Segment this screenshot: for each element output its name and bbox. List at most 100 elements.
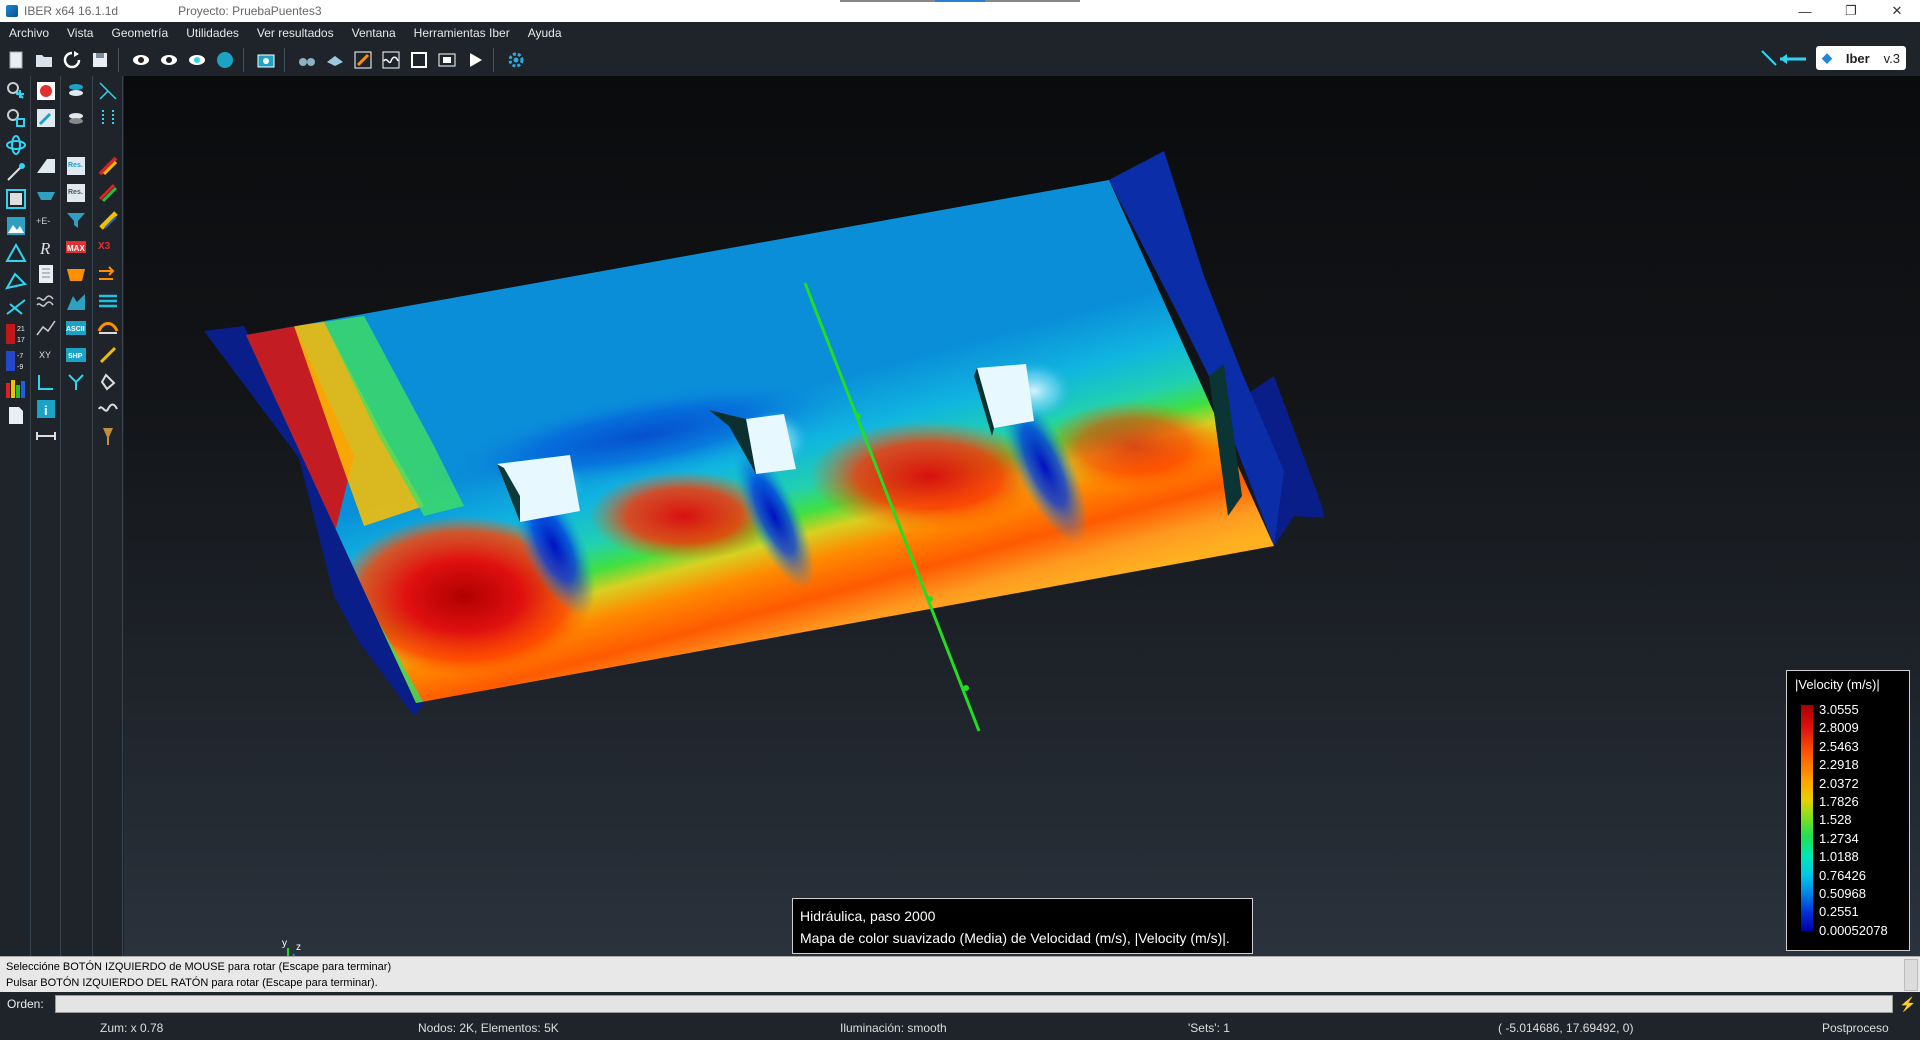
menu-herramientas-iber[interactable]: Herramientas Iber [414, 26, 510, 40]
sidebar-divider [30, 76, 31, 956]
menu-vista[interactable]: Vista [67, 26, 93, 40]
legend-value: 0.76426 [1819, 867, 1866, 883]
svg-text:21: 21 [17, 326, 25, 333]
refresh-icon[interactable] [60, 48, 84, 72]
color-fill-icon[interactable] [351, 48, 375, 72]
binoculars-icon[interactable] [295, 48, 319, 72]
legend-value: 2.0372 [1819, 775, 1859, 791]
funnel-icon[interactable] [64, 208, 88, 232]
legend-value: 1.0188 [1819, 849, 1859, 865]
play-icon[interactable] [463, 48, 487, 72]
color-scale-icon[interactable] [4, 376, 28, 400]
layers-icon[interactable] [323, 48, 347, 72]
message-scrollbar[interactable] [1904, 959, 1918, 991]
rainbow-smooth-icon[interactable] [96, 181, 120, 205]
command-input[interactable] [55, 995, 1893, 1013]
layer-stack-icon[interactable] [34, 181, 58, 205]
sidebar-divider [122, 76, 123, 956]
brand-name: Iber [1845, 50, 1870, 66]
zoom-in-icon[interactable] [4, 79, 28, 103]
document-icon[interactable] [4, 403, 28, 427]
close-button[interactable]: ✕ [1874, 0, 1920, 22]
stack-icon[interactable] [64, 79, 88, 103]
results-icon[interactable]: Res. [64, 154, 88, 178]
film-icon[interactable] [435, 48, 459, 72]
stack-2-icon[interactable] [64, 106, 88, 130]
rainbow-contour-icon[interactable] [96, 208, 120, 232]
elevation-icon[interactable]: +E- [34, 208, 58, 232]
section-tool-icon[interactable] [4, 295, 28, 319]
rotate-icon[interactable] [4, 133, 28, 157]
ascii-export-icon[interactable]: ASCII [64, 316, 88, 340]
triangle-mesh-icon[interactable] [4, 241, 28, 265]
result-description: Mapa de color suavizado (Media) de Veloc… [800, 930, 1230, 946]
measure-icon[interactable] [34, 424, 58, 448]
3d-viewport[interactable]: y z x [124, 76, 1920, 977]
edit-pencil-icon[interactable] [34, 106, 58, 130]
view-eye-3-icon[interactable] [185, 48, 209, 72]
info-icon[interactable]: i [34, 397, 58, 421]
settings-gear-icon[interactable] [504, 48, 528, 72]
histogram-icon[interactable] [64, 289, 88, 313]
arrows-field-icon[interactable] [96, 262, 120, 286]
wave-series-icon[interactable] [34, 289, 58, 313]
results-2-icon[interactable]: Res. [64, 181, 88, 205]
velocity-contour-scene[interactable] [124, 76, 1920, 956]
wave-line-icon[interactable] [96, 397, 120, 421]
frame-icon[interactable] [407, 48, 431, 72]
toolbar-separator [243, 48, 244, 72]
report-icon[interactable] [34, 262, 58, 286]
color-legend: |Velocity (m/s)| 3.0555 2.8009 2.5463 2.… [1786, 670, 1910, 951]
menu-ventana[interactable]: Ventana [352, 26, 396, 40]
selection-box-icon[interactable] [4, 187, 28, 211]
flow-arrow-icon[interactable] [64, 370, 88, 394]
menu-ver-resultados[interactable]: Ver resultados [257, 26, 334, 40]
corner-axes-icon[interactable] [34, 370, 58, 394]
menu-geometria[interactable]: Geometría [111, 26, 168, 40]
mode-status[interactable]: Postproceso [1822, 1021, 1889, 1035]
shp-export-icon[interactable]: SHP [64, 343, 88, 367]
back-arrow-icon[interactable] [1760, 47, 1808, 69]
hand-icon[interactable] [96, 370, 120, 394]
minimize-button[interactable]: — [1782, 0, 1828, 22]
svg-text:ASCII: ASCII [66, 326, 85, 333]
record-icon[interactable] [34, 79, 58, 103]
terrain-view-icon[interactable] [4, 214, 28, 238]
surface-icon[interactable] [34, 154, 58, 178]
mesh-edit-icon[interactable] [4, 268, 28, 292]
brush-icon[interactable] [96, 343, 120, 367]
menu-ayuda[interactable]: Ayuda [528, 26, 562, 40]
lighting-status: Iluminación: smooth [840, 1021, 947, 1035]
open-folder-icon[interactable] [32, 48, 56, 72]
camera-icon[interactable] [254, 48, 278, 72]
menu-archivo[interactable]: Archivo [9, 26, 49, 40]
max-color-icon[interactable]: 21 17 [4, 322, 28, 346]
save-icon[interactable] [88, 48, 112, 72]
legend-values: 3.0555 2.8009 2.5463 2.2918 2.0372 1.782… [1819, 701, 1888, 940]
restore-button[interactable]: ❐ [1828, 0, 1874, 22]
lightning-icon[interactable]: ⚡ [1899, 995, 1917, 1013]
rainbow-fill-icon[interactable] [96, 154, 120, 178]
vector-icon[interactable] [96, 106, 120, 130]
sphere-render-icon[interactable] [213, 48, 237, 72]
channel-icon[interactable] [64, 262, 88, 286]
command-bar: Orden: ⚡ [0, 992, 1920, 1016]
profile-chart-icon[interactable] [34, 316, 58, 340]
message-line: Pulsar BOTÓN IZQUIERDO DEL RATÓN para ro… [6, 977, 378, 989]
roughness-icon[interactable]: R [34, 235, 58, 259]
max-value-icon[interactable]: MAX [64, 235, 88, 259]
max-x3-icon[interactable]: X3 [96, 235, 120, 259]
grid-axes-icon[interactable] [96, 79, 120, 103]
pan-icon[interactable] [4, 160, 28, 184]
funnel-small-icon[interactable] [96, 424, 120, 448]
wave-icon[interactable] [379, 48, 403, 72]
xy-graph-icon[interactable]: XY [34, 343, 58, 367]
bridge-icon[interactable] [96, 316, 120, 340]
view-eye-icon[interactable] [129, 48, 153, 72]
min-color-icon[interactable]: -7 -9 [4, 349, 28, 373]
view-eye-2-icon[interactable] [157, 48, 181, 72]
zoom-frame-icon[interactable] [4, 106, 28, 130]
menu-utilidades[interactable]: Utilidades [186, 26, 239, 40]
new-file-icon[interactable] [4, 48, 28, 72]
streamlines-icon[interactable] [96, 289, 120, 313]
